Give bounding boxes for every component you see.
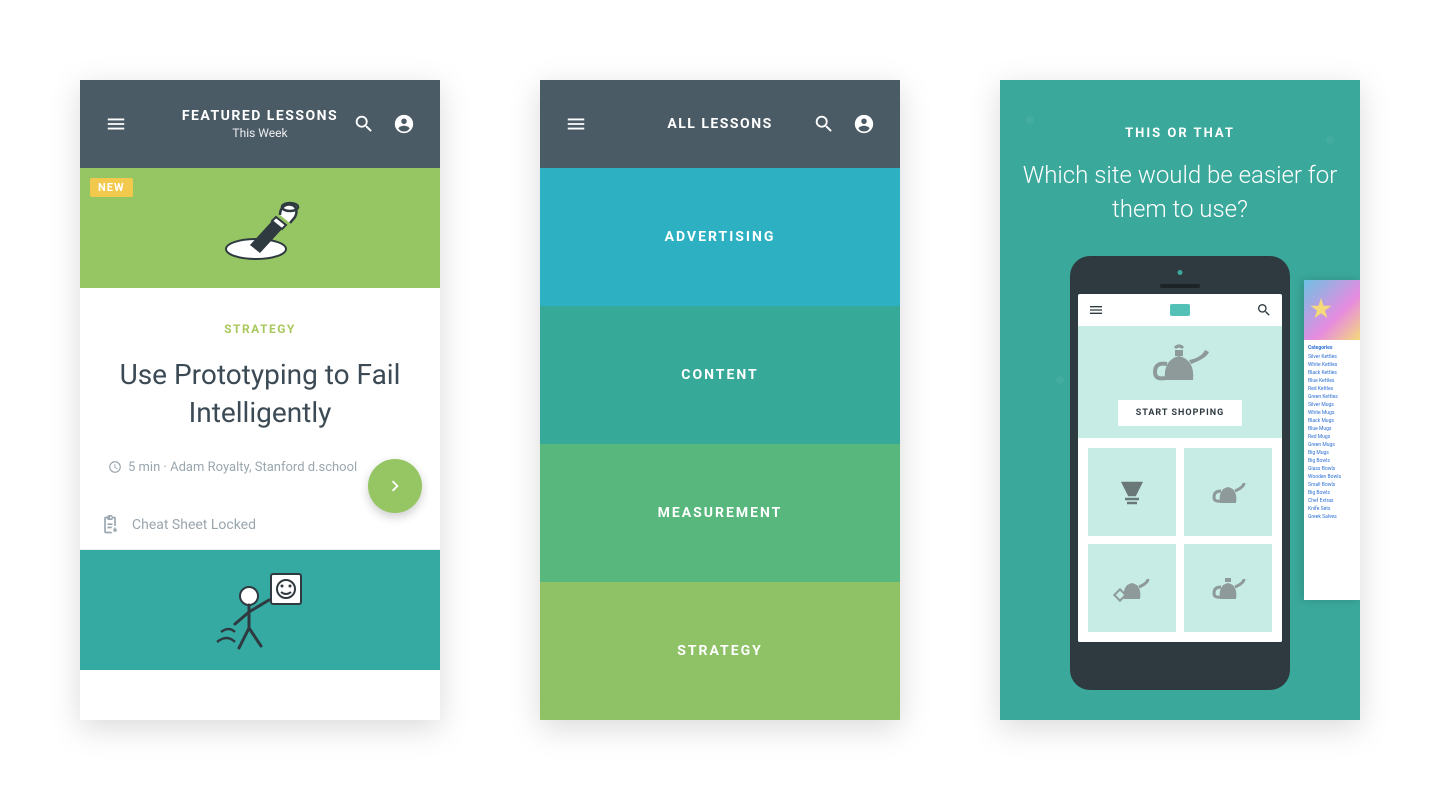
- cheat-sheet-locked-label: Cheat Sheet Locked: [132, 517, 256, 533]
- account-icon[interactable]: [384, 104, 424, 144]
- category-label: CONTENT: [681, 367, 758, 383]
- appbar: FEATURED LESSONS This Week: [80, 80, 440, 168]
- logo-icon: [1170, 304, 1190, 316]
- clock-icon: [108, 460, 122, 474]
- category-label: STRATEGY: [677, 643, 763, 659]
- option-b-category-link[interactable]: Big Mugs: [1308, 449, 1356, 457]
- lesson-card-body: STRATEGY Use Prototyping to Fail Intelli…: [80, 288, 440, 485]
- quiz-question: Which site would be easier for them to u…: [1018, 159, 1342, 226]
- option-b-category-link[interactable]: Greek Salves: [1308, 513, 1356, 521]
- option-b-category-link[interactable]: Red Mugs: [1308, 433, 1356, 441]
- lesson-category-label: STRATEGY: [106, 322, 414, 336]
- search-icon[interactable]: [804, 104, 844, 144]
- lesson-card-hero[interactable]: NEW: [80, 168, 440, 288]
- category-content[interactable]: CONTENT: [540, 306, 900, 444]
- option-b-category-link[interactable]: Blue Kettles: [1308, 377, 1356, 385]
- category-label: ADVERTISING: [665, 229, 776, 245]
- lesson-meta-text: 5 min · Adam Royalty, Stanford d.school: [128, 460, 357, 475]
- option-b-category-link[interactable]: Silver Kettles: [1308, 353, 1356, 361]
- lesson-title: Use Prototyping to Fail Intelligently: [106, 356, 414, 432]
- chevron-right-icon: [384, 475, 406, 497]
- option-b-category-link[interactable]: Big Bowls: [1308, 457, 1356, 465]
- kettle-icon: [1208, 571, 1248, 605]
- account-icon[interactable]: [844, 104, 884, 144]
- product-tile[interactable]: [1088, 448, 1176, 536]
- lesson-meta: 5 min · Adam Royalty, Stanford d.school: [106, 460, 414, 475]
- option-b-hero: [1304, 280, 1360, 340]
- option-b-category-link[interactable]: White Mugs: [1308, 409, 1356, 417]
- menu-icon[interactable]: [96, 104, 136, 144]
- option-b-category-link[interactable]: Red Kettles: [1308, 385, 1356, 393]
- search-icon: [1256, 302, 1272, 318]
- kettle-icon: [1112, 571, 1152, 605]
- option-b-category-link[interactable]: Black Kettles: [1308, 369, 1356, 377]
- option-b-category-link[interactable]: Green Mugs: [1308, 441, 1356, 449]
- option-a-phone[interactable]: START SHOPPING: [1070, 256, 1290, 690]
- option-b-category-link[interactable]: Blue Mugs: [1308, 425, 1356, 433]
- option-b-category-link[interactable]: Silver Mugs: [1308, 401, 1356, 409]
- lesson-card-hero-2[interactable]: [80, 550, 440, 670]
- screen-all-lessons: ALL LESSONS ADVERTISING CONTENT MEASUREM…: [540, 80, 900, 720]
- category-list: ADVERTISING CONTENT MEASUREMENT STRATEGY: [540, 168, 900, 720]
- search-icon[interactable]: [344, 104, 384, 144]
- option-b-category-link[interactable]: Glass Bowls: [1308, 465, 1356, 473]
- category-strategy[interactable]: STRATEGY: [540, 582, 900, 720]
- star-icon: [1310, 298, 1332, 320]
- option-b-category-link[interactable]: Green Kettles: [1308, 393, 1356, 401]
- writing-illustration-icon: [210, 193, 310, 263]
- person-smiley-illustration-icon: [205, 570, 315, 650]
- appbar: ALL LESSONS: [540, 80, 900, 168]
- lesson-feed: NEW STRATEGY Use Prototyping to Fail Int…: [80, 168, 440, 720]
- badge-new: NEW: [90, 178, 133, 197]
- quiz-eyebrow: THIS OR THAT: [1125, 126, 1235, 141]
- option-a-screen: START SHOPPING: [1078, 294, 1282, 642]
- option-b-category-link[interactable]: Big Bowls: [1308, 489, 1356, 497]
- kettle-icon: [1145, 340, 1215, 388]
- option-b-category-link[interactable]: Small Bowls: [1308, 481, 1356, 489]
- category-measurement[interactable]: MEASUREMENT: [540, 444, 900, 582]
- start-lesson-button[interactable]: [368, 459, 422, 513]
- kettle-icon: [1208, 475, 1248, 509]
- option-b-category-link[interactable]: Black Mugs: [1308, 417, 1356, 425]
- category-advertising[interactable]: ADVERTISING: [540, 168, 900, 306]
- option-b-category-link[interactable]: Wooden Bowls: [1308, 473, 1356, 481]
- option-b-category-link[interactable]: Chef Extras: [1308, 497, 1356, 505]
- screen-this-or-that: THIS OR THAT Which site would be easier …: [1000, 80, 1360, 720]
- option-b-category-link[interactable]: White Kettles: [1308, 361, 1356, 369]
- screen-featured-lessons: FEATURED LESSONS This Week NEW STRATEGY …: [80, 80, 440, 720]
- product-tile[interactable]: [1184, 448, 1272, 536]
- menu-icon: [1088, 302, 1104, 318]
- menu-icon[interactable]: [556, 104, 596, 144]
- category-label: MEASUREMENT: [658, 505, 783, 521]
- product-tile[interactable]: [1184, 544, 1272, 632]
- clipboard-lock-icon: [100, 515, 120, 535]
- product-tile[interactable]: [1088, 544, 1176, 632]
- option-b-category-list: Silver KettlesWhite KettlesBlack Kettles…: [1308, 353, 1356, 521]
- start-shopping-button[interactable]: START SHOPPING: [1118, 400, 1243, 426]
- option-b-site[interactable]: Categories Silver KettlesWhite KettlesBl…: [1304, 280, 1360, 600]
- option-b-categories-header: Categories: [1308, 344, 1356, 352]
- dripper-icon: [1115, 475, 1149, 509]
- option-b-category-link[interactable]: Knife Sets: [1308, 505, 1356, 513]
